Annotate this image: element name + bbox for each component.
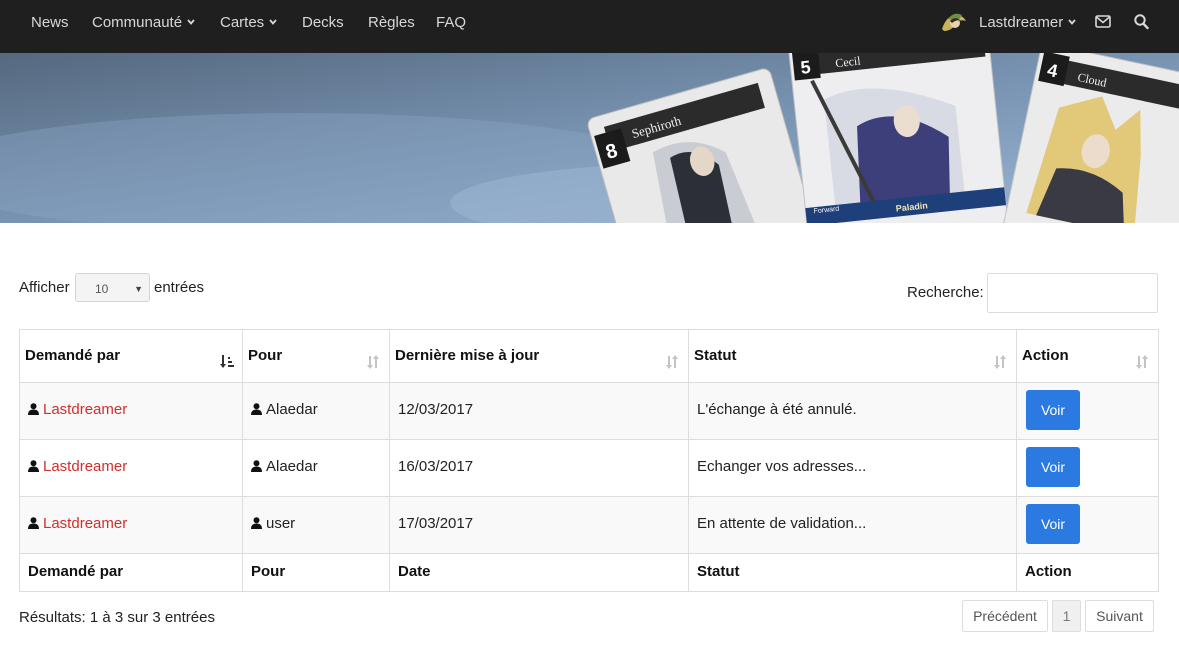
recipient-cell[interactable]: user: [251, 515, 295, 533]
status-cell: L'échange à été annulé.: [697, 401, 857, 418]
user-icon: [251, 516, 262, 533]
card-cecil: 5 Cecil Paladin Forward: [788, 53, 1012, 223]
recipient-cell[interactable]: Alaedar: [251, 401, 318, 419]
row-bg: [20, 496, 1158, 553]
requester-cell[interactable]: Lastdreamer: [28, 401, 127, 419]
table-search-input[interactable]: [987, 273, 1158, 313]
chevron-down-icon: [187, 19, 195, 25]
header-derniere-mise-a-jour[interactable]: Dernière mise à jour: [395, 347, 539, 364]
column-divider: [389, 330, 390, 591]
status-cell: En attente de validation...: [697, 515, 867, 532]
header-demande-par[interactable]: Demandé par: [25, 347, 120, 364]
entries-per-page-select[interactable]: 10 ▼: [75, 273, 150, 302]
mail-icon[interactable]: [1095, 15, 1111, 33]
nav-cartes[interactable]: Cartes: [220, 14, 277, 31]
voir-button[interactable]: Voir: [1026, 504, 1080, 544]
footer-statut: Statut: [697, 563, 740, 580]
date-cell: 16/03/2017: [398, 458, 474, 475]
user-icon: [28, 459, 39, 476]
sort-both-icon[interactable]: [365, 354, 381, 375]
sort-both-icon[interactable]: [664, 354, 680, 375]
requester-link[interactable]: Lastdreamer: [43, 401, 127, 418]
recipient-name: user: [266, 515, 296, 532]
row-divider: [20, 439, 1158, 440]
nav-cartes-label: Cartes: [220, 14, 265, 31]
sort-ascending-icon[interactable]: [219, 354, 235, 375]
next-button[interactable]: Suivant: [1085, 600, 1154, 632]
row-divider: [20, 496, 1158, 497]
nav-faq[interactable]: FAQ: [436, 14, 466, 31]
user-menu-label: Lastdreamer: [979, 14, 1064, 31]
date-cell: 17/03/2017: [398, 515, 474, 532]
user-icon: [251, 402, 262, 419]
status-cell: Echanger vos adresses...: [697, 458, 867, 475]
footer-demande-par: Demandé par: [28, 563, 124, 580]
column-divider: [242, 330, 243, 591]
avatar[interactable]: [940, 9, 968, 37]
voir-button[interactable]: Voir: [1026, 390, 1080, 430]
nav-communaute[interactable]: Communauté: [92, 14, 195, 31]
row-bg: [20, 382, 1158, 439]
recipient-name: Alaedar: [266, 401, 318, 418]
trades-table: Demandé par Pour Dernière mise à jour St…: [19, 329, 1159, 592]
chevron-down-icon: ▼: [134, 284, 143, 294]
date-cell: 12/03/2017: [398, 401, 474, 418]
row-divider: [20, 382, 1158, 383]
length-label: Afficher: [19, 279, 70, 296]
header-action[interactable]: Action: [1022, 347, 1069, 364]
entries-label: entrées: [154, 279, 205, 296]
footer-pour: Pour: [251, 563, 286, 580]
page-1-button[interactable]: 1: [1052, 600, 1081, 632]
nav-regles[interactable]: Règles: [368, 14, 415, 31]
requester-link[interactable]: Lastdreamer: [43, 458, 127, 475]
recipient-name: Alaedar: [266, 458, 318, 475]
previous-button[interactable]: Précédent: [962, 600, 1048, 632]
voir-button[interactable]: Voir: [1026, 447, 1080, 487]
header-pour[interactable]: Pour: [248, 347, 282, 364]
row-divider: [20, 553, 1158, 554]
nav-communaute-label: Communauté: [92, 14, 183, 31]
requester-link[interactable]: Lastdreamer: [43, 515, 127, 532]
recipient-cell[interactable]: Alaedar: [251, 458, 318, 476]
sort-both-icon[interactable]: [1134, 354, 1150, 375]
svg-text:Cecil: Cecil: [835, 54, 862, 71]
banner-artwork: 8 Sephiroth 5 Cecil Paladin Forward 4 Cl…: [0, 53, 1179, 223]
nav-news[interactable]: News: [31, 14, 69, 31]
sort-both-icon[interactable]: [992, 354, 1008, 375]
user-icon: [251, 459, 262, 476]
header-statut[interactable]: Statut: [694, 347, 737, 364]
hero-banner: 8 Sephiroth 5 Cecil Paladin Forward 4 Cl…: [0, 53, 1179, 223]
search-label: Recherche:: [907, 284, 984, 301]
top-navbar: News Communauté Cartes Decks Règles FAQ …: [0, 0, 1179, 53]
user-menu[interactable]: Lastdreamer: [979, 14, 1076, 31]
requester-cell[interactable]: Lastdreamer: [28, 515, 127, 533]
footer-date: Date: [398, 563, 431, 580]
search-icon[interactable]: [1134, 14, 1149, 35]
chevron-down-icon: [269, 19, 277, 25]
results-info: Résultats: 1 à 3 sur 3 entrées: [19, 609, 215, 626]
svg-text:5: 5: [800, 57, 812, 78]
column-divider: [688, 330, 689, 591]
footer-action: Action: [1025, 563, 1072, 580]
requester-cell[interactable]: Lastdreamer: [28, 458, 127, 476]
chevron-down-icon: [1068, 19, 1076, 25]
entries-per-page-value: 10: [95, 282, 109, 296]
nav-decks[interactable]: Decks: [302, 14, 344, 31]
user-icon: [28, 516, 39, 533]
column-divider: [1016, 330, 1017, 591]
user-icon: [28, 402, 39, 419]
